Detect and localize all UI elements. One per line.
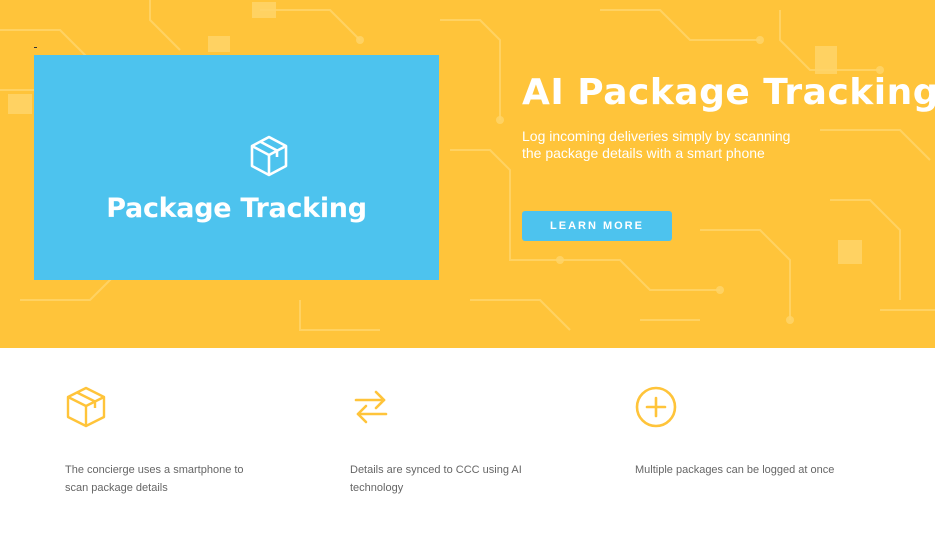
hero-section: Package Tracking AI Package Tracking Log… [0,0,935,348]
feature-item-scan: The concierge uses a smartphone to scan … [65,386,265,497]
feature-text: Details are synced to CCC using AI techn… [350,464,522,494]
page-title: AI Package Tracking [522,72,935,113]
package-box-icon [250,135,288,177]
hero-description: Log incoming deliveries simply by scanni… [522,128,791,161]
package-box-icon [66,386,106,428]
tiny-mark [34,47,37,48]
package-tracking-banner: Package Tracking [34,55,439,280]
feature-item-sync: Details are synced to CCC using AI techn… [350,386,550,497]
feature-item-multiple: Multiple packages can be logged at once [635,386,835,479]
learn-more-button[interactable]: LEARN MORE [522,211,672,241]
feature-text: Multiple packages can be logged at once [635,464,835,476]
plus-circle-icon [635,386,677,428]
feature-text: The concierge uses a smartphone to scan … [65,464,244,494]
sync-arrows-icon [354,390,388,424]
banner-title: Package Tracking [106,193,367,224]
